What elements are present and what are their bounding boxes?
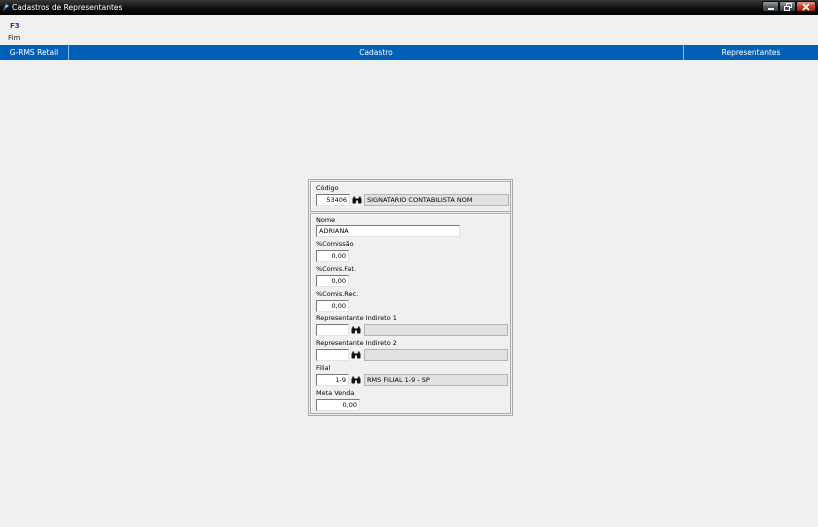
nome-label: Nome bbox=[316, 216, 336, 224]
comis-rec-label: %Comis.Rec. bbox=[316, 290, 359, 298]
binoculars-icon bbox=[351, 326, 361, 334]
nav-screen: Representantes bbox=[721, 48, 781, 57]
minimize-button[interactable] bbox=[762, 1, 779, 12]
comis-fat-input[interactable]: 0,00 bbox=[316, 275, 349, 287]
rep-indireto-1-lookup-button[interactable] bbox=[350, 324, 362, 336]
details-group: Nome ADRIANA %Comissão 0,00 %Comis.Fat. … bbox=[310, 213, 511, 414]
restore-icon bbox=[783, 2, 792, 11]
filial-description: RMS FILIAL 1-9 - SP bbox=[364, 374, 508, 386]
window-title: Cadastros de Representantes bbox=[12, 3, 123, 12]
rep-indireto-2-label: Representante Indireto 2 bbox=[316, 339, 397, 347]
binoculars-icon bbox=[352, 196, 362, 204]
minimize-icon bbox=[767, 7, 774, 10]
rep-indireto-1-input[interactable] bbox=[316, 324, 349, 336]
rep-indireto-2-description bbox=[364, 349, 508, 361]
filial-label: Filial bbox=[316, 364, 331, 372]
nav-app-name: G-RMS Retail bbox=[0, 45, 69, 60]
codigo-lookup-button[interactable] bbox=[351, 194, 363, 206]
binoculars-icon bbox=[351, 351, 361, 359]
nome-input[interactable]: ADRIANA bbox=[316, 225, 460, 237]
codigo-label: Código bbox=[316, 184, 339, 192]
rep-indireto-1-label: Representante Indireto 1 bbox=[316, 314, 397, 322]
shortcut-key-f3[interactable]: F3 bbox=[10, 22, 20, 30]
codigo-group: Código 53406 SIGNATARIO CONTABILISTA NOM bbox=[310, 181, 511, 212]
comis-fat-label: %Comis.Fat. bbox=[316, 265, 357, 273]
close-icon bbox=[802, 2, 810, 11]
filial-input[interactable]: 1-9 bbox=[316, 374, 349, 386]
nav-bar: G-RMS Retail Cadastro Representantes bbox=[0, 45, 818, 60]
codigo-description: SIGNATARIO CONTABILISTA NOM bbox=[364, 194, 509, 206]
rep-indireto-1-description bbox=[364, 324, 508, 336]
meta-venda-label: Meta Venda bbox=[316, 389, 355, 397]
comissao-label: %Comissão bbox=[316, 240, 354, 248]
restore-button[interactable] bbox=[779, 1, 796, 12]
shortcut-label-fim[interactable]: Fim bbox=[8, 34, 20, 42]
close-button[interactable] bbox=[796, 1, 816, 12]
filial-lookup-button[interactable] bbox=[350, 374, 362, 386]
comis-rec-input[interactable]: 0,00 bbox=[316, 300, 349, 312]
binoculars-icon bbox=[351, 376, 361, 384]
title-bar: Cadastros de Representantes bbox=[0, 0, 818, 15]
shortcut-toolbar: F3 Fim bbox=[0, 15, 818, 45]
codigo-input[interactable]: 53406 bbox=[316, 194, 350, 206]
rep-indireto-2-lookup-button[interactable] bbox=[350, 349, 362, 361]
nav-module: Cadastro bbox=[69, 45, 684, 60]
rep-indireto-2-input[interactable] bbox=[316, 349, 349, 361]
meta-venda-input[interactable]: 0,00 bbox=[316, 399, 360, 411]
comissao-input[interactable]: 0,00 bbox=[316, 250, 349, 262]
app-icon bbox=[3, 4, 9, 11]
representative-form: Código 53406 SIGNATARIO CONTABILISTA NOM… bbox=[308, 179, 513, 416]
